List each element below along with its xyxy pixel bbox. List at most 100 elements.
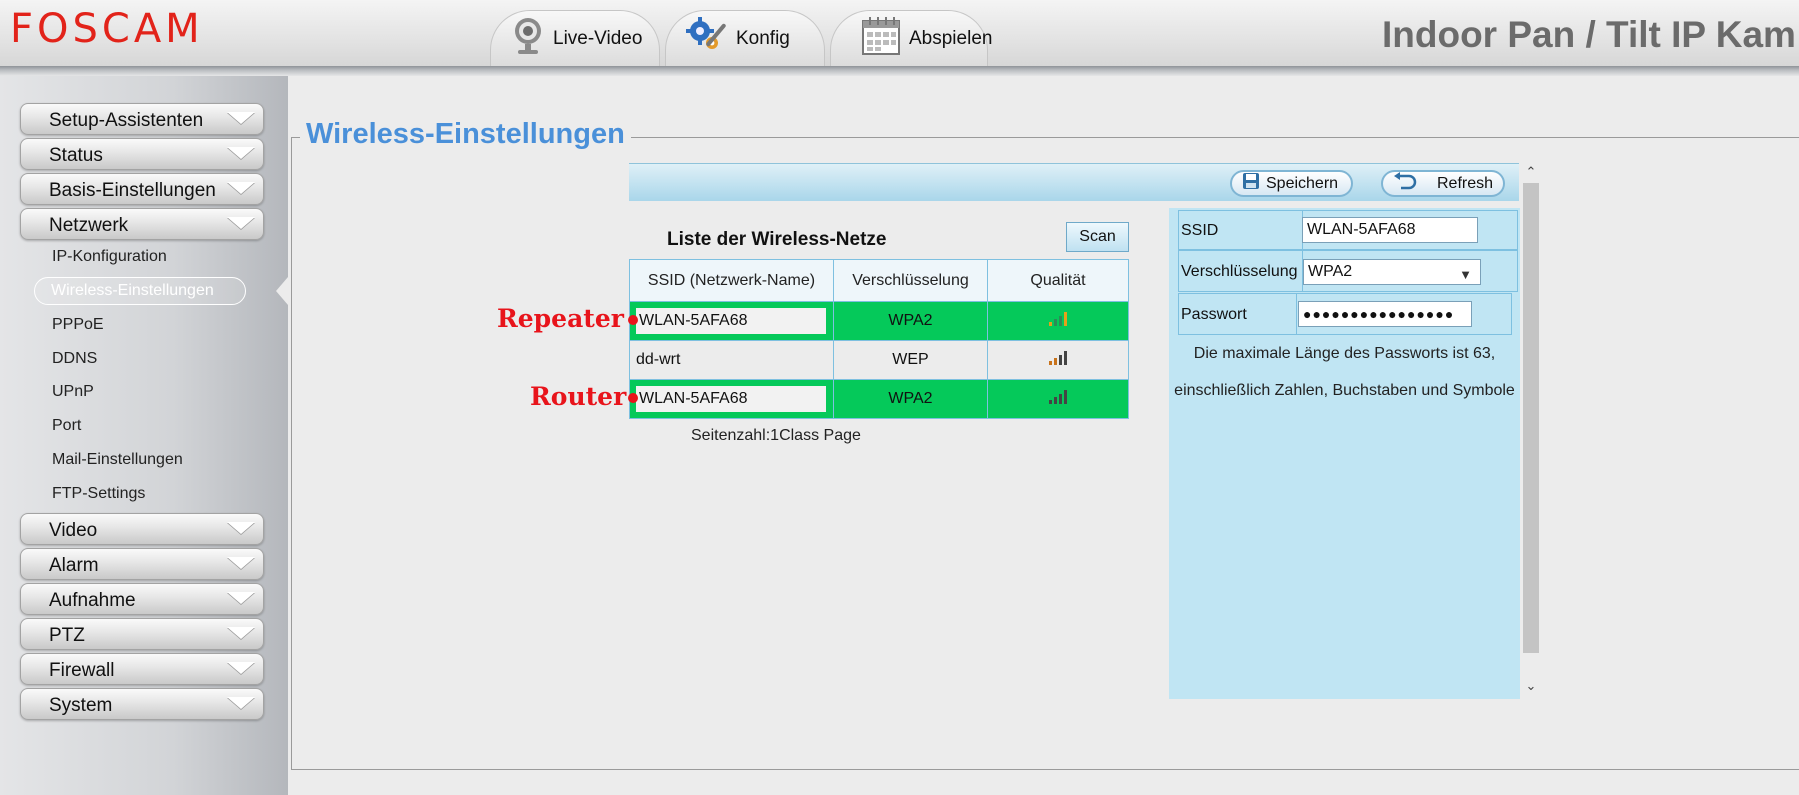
row-divider — [1296, 294, 1297, 334]
sidebar-item-label: Firewall — [49, 660, 115, 681]
sidebar-item-label: Netzwerk — [49, 215, 129, 236]
wireless-network-table: SSID (Netzwerk-Name) Verschlüsselung Qua… — [629, 259, 1129, 419]
chevron-down-icon — [227, 557, 255, 569]
sidebar-subitem-port[interactable]: Port — [52, 417, 81, 435]
tab-abspielen-label: Abspielen — [909, 27, 993, 49]
scan-button[interactable]: Scan — [1066, 222, 1129, 252]
quality-cell — [987, 301, 1129, 341]
table-row[interactable]: WLAN-5AFA68 WPA2 — [629, 379, 1129, 419]
table-row[interactable]: WLAN-5AFA68 WPA2 — [629, 301, 1129, 341]
ssid-cell: dd-wrt — [629, 340, 834, 380]
sidebar-item-ptz[interactable]: PTZ — [20, 618, 264, 650]
ssid-cell: WLAN-5AFA68 — [629, 379, 834, 419]
encryption-select-value: WPA2 — [1308, 263, 1353, 280]
sidebar-subitem-label: Wireless-Einstellungen — [51, 282, 214, 299]
chevron-down-icon — [227, 522, 255, 534]
encryption-cell: WEP — [833, 340, 988, 380]
sidebar-item-firewall[interactable]: Firewall — [20, 653, 264, 685]
sidebar-item-video[interactable]: Video — [20, 513, 264, 545]
gears-tools-icon — [686, 17, 728, 60]
chevron-down-icon — [227, 592, 255, 604]
header-divider — [0, 66, 1799, 76]
device-title: Indoor Pan / Tilt IP Kam — [1382, 14, 1796, 55]
encryption-label: Verschlüsselung — [1181, 263, 1298, 280]
scroll-down-icon[interactable]: ⌄ — [1523, 678, 1539, 694]
sidebar-item-label: System — [49, 695, 113, 716]
tab-live-video[interactable]: Live-Video — [490, 10, 660, 66]
sidebar-item-status[interactable]: Status — [20, 138, 264, 170]
ssid-cell: WLAN-5AFA68 — [629, 301, 834, 341]
sidebar-item-label: Status — [49, 145, 103, 166]
ssid-value: WLAN-5AFA68 — [636, 308, 826, 334]
tab-abspielen[interactable]: Abspielen — [830, 10, 992, 66]
save-button[interactable]: Speichern — [1230, 170, 1353, 197]
tab-konfig-label: Konfig — [736, 27, 790, 49]
column-header-encryption: Verschlüsselung — [833, 259, 988, 302]
undo-arrow-icon — [1393, 172, 1417, 195]
content-frame — [291, 137, 1799, 770]
floppy-disk-icon — [1242, 172, 1260, 195]
ssid-input[interactable]: WLAN-5AFA68 — [1302, 217, 1478, 243]
signal-strength-icon — [1049, 389, 1067, 404]
sidebar-subitem-pppoe[interactable]: PPPoE — [52, 316, 104, 334]
sidebar-item-label: Video — [49, 520, 98, 541]
tab-live-video-label: Live-Video — [553, 27, 643, 49]
sidebar-item-label: Basis-Einstellungen — [49, 180, 216, 201]
annotation-arrow-icon — [628, 315, 638, 325]
ssid-label: SSID — [1181, 222, 1219, 239]
chevron-down-icon — [227, 627, 255, 639]
tab-konfig[interactable]: Konfig — [665, 10, 825, 66]
signal-strength-icon — [1049, 350, 1067, 365]
sidebar-item-setup-assistenten[interactable]: Setup-Assistenten — [20, 103, 264, 135]
ssid-value: WLAN-5AFA68 — [636, 386, 826, 412]
password-label: Passwort — [1181, 306, 1247, 323]
sidebar-item-system[interactable]: System — [20, 688, 264, 720]
sidebar-item-label: PTZ — [49, 625, 85, 646]
password-input[interactable]: ●●●●●●●●●●●●●●●● — [1298, 301, 1472, 327]
sidebar-subitem-ftp-settings[interactable]: FTP-Settings — [52, 485, 145, 503]
encryption-select[interactable]: WPA2 ▼ — [1303, 259, 1481, 285]
webcam-icon — [511, 16, 545, 61]
refresh-button[interactable]: Refresh — [1381, 170, 1505, 197]
sidebar-item-label: Setup-Assistenten — [49, 110, 204, 131]
action-toolbar: Speichern Refresh — [629, 163, 1519, 201]
sidebar-item-label: Alarm — [49, 555, 99, 576]
chevron-down-icon: ▼ — [1459, 267, 1472, 282]
password-hint-line-2: einschließlich Zahlen, Buchstaben und Sy… — [1174, 382, 1515, 399]
table-row[interactable]: dd-wrt WEP — [629, 340, 1129, 380]
encryption-cell: WPA2 — [833, 301, 988, 341]
chevron-down-icon — [227, 112, 255, 124]
annotation-repeater: Repeater — [497, 304, 624, 333]
scroll-up-icon[interactable]: ⌃ — [1523, 164, 1539, 180]
foscam-logo: FOSCAM — [10, 6, 204, 52]
sidebar-subitem-ddns[interactable]: DDNS — [52, 350, 97, 368]
encryption-cell: WPA2 — [833, 379, 988, 419]
quality-cell — [987, 340, 1129, 380]
sidebar-subitem-wireless-einstellungen[interactable]: Wireless-Einstellungen — [34, 277, 246, 305]
chevron-down-icon — [227, 217, 255, 229]
sidebar-subitem-upnp[interactable]: UPnP — [52, 383, 94, 401]
wireless-list-title: Liste der Wireless-Netze — [667, 229, 887, 250]
column-header-quality: Qualität — [987, 259, 1129, 302]
sidebar-item-netzwerk[interactable]: Netzwerk — [20, 208, 264, 240]
sidebar-item-alarm[interactable]: Alarm — [20, 548, 264, 580]
sidebar-item-label: Aufnahme — [49, 590, 136, 611]
column-header-ssid: SSID (Netzwerk-Name) — [629, 259, 834, 302]
chevron-down-icon — [227, 662, 255, 674]
refresh-button-label: Refresh — [1437, 174, 1494, 192]
page-title: Wireless-Einstellungen — [300, 118, 631, 151]
chevron-down-icon — [227, 147, 255, 159]
sidebar-subitem-mail-einstellungen[interactable]: Mail-Einstellungen — [52, 451, 183, 469]
sidebar-item-aufnahme[interactable]: Aufnahme — [20, 583, 264, 615]
save-button-label: Speichern — [1266, 174, 1339, 192]
annotation-router: Router — [530, 382, 627, 411]
top-header: FOSCAM Live-Video Konfig Abspielen Indoo… — [0, 0, 1799, 76]
annotation-arrow-icon — [628, 393, 638, 403]
scrollbar-thumb[interactable] — [1523, 183, 1539, 653]
sidebar-subitem-ip-konfiguration[interactable]: IP-Konfiguration — [52, 248, 167, 266]
quality-cell — [987, 379, 1129, 419]
chevron-down-icon — [227, 182, 255, 194]
calendar-icon — [861, 16, 901, 61]
sidebar-item-basis-einstellungen[interactable]: Basis-Einstellungen — [20, 173, 264, 205]
signal-strength-icon — [1049, 311, 1067, 326]
